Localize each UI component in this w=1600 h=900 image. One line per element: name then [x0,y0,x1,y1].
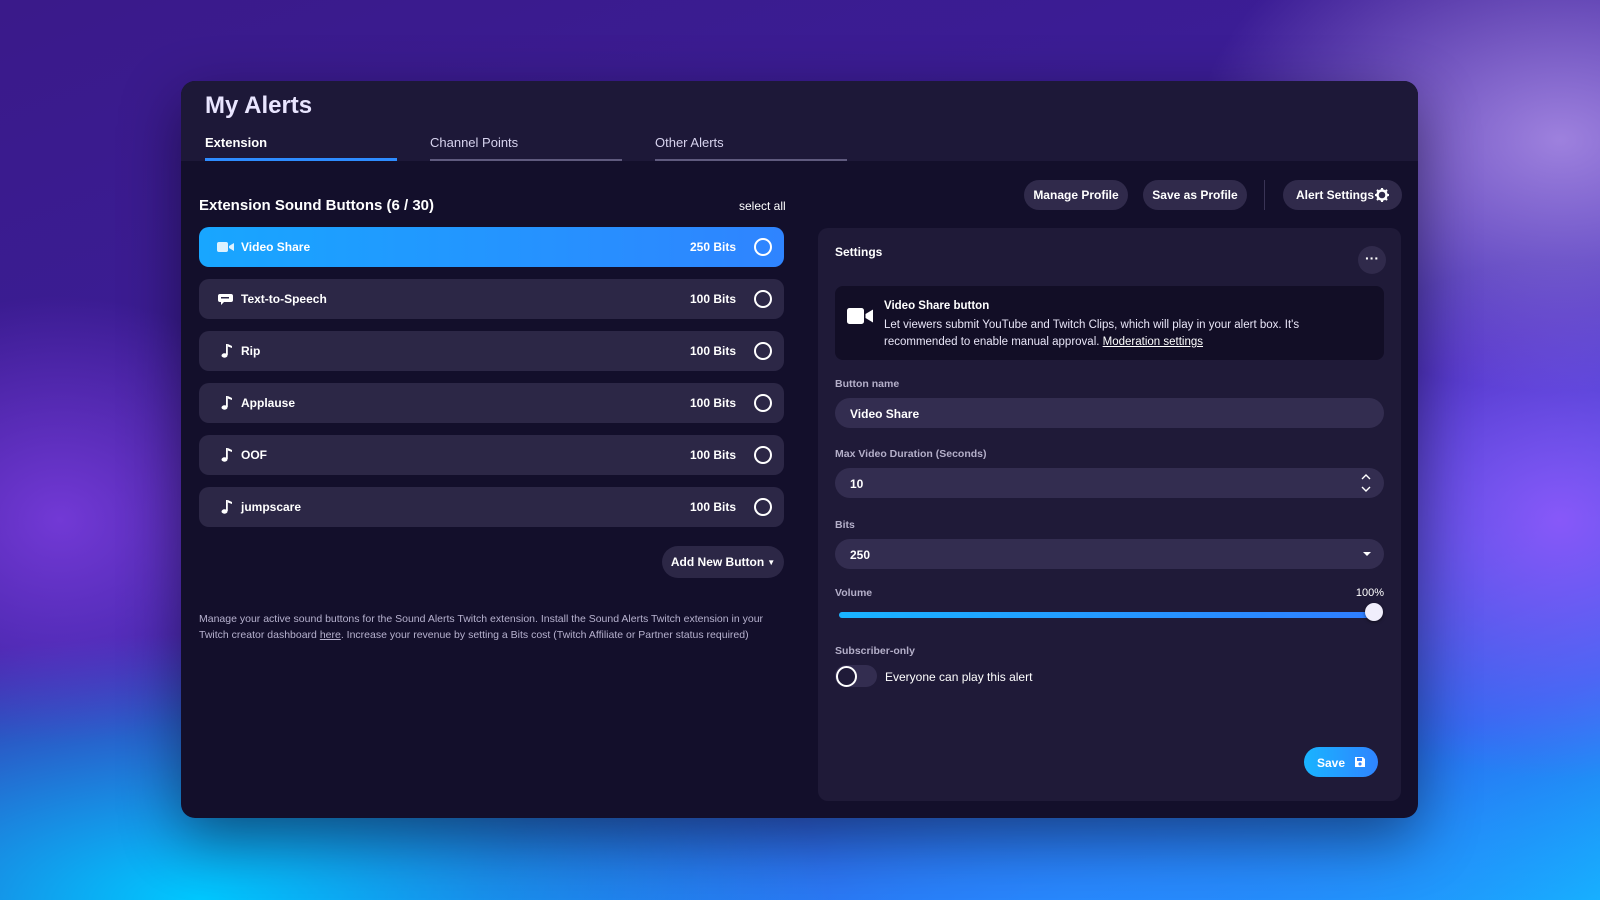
tab-extension[interactable]: Extension [205,133,397,161]
music-note-icon [221,500,232,514]
tab-label: Channel Points [430,135,519,150]
help-text: Manage your active sound buttons for the… [199,611,784,643]
tab-label: Other Alerts [655,135,724,150]
sound-item-cost: 100 Bits [689,344,736,358]
sound-item-cost: 100 Bits [689,448,736,462]
caret-down-icon: ▼ [767,558,776,567]
sound-item-radio[interactable] [754,446,772,464]
sound-item-label: Rip [241,344,261,358]
button-name-value: Video Share [850,407,920,421]
tab-channel-points[interactable]: Channel Points [430,133,622,161]
volume-slider-fill [839,612,1374,618]
speech-bubble-icon [218,294,233,305]
info-title: Video Share button [884,300,990,312]
alert-settings-label: Alert Settings [1296,188,1375,202]
header: My Alerts Extension Channel Points Other… [181,81,1418,161]
sound-item-label: Text-to-Speech [241,292,327,306]
info-box: Video Share button Let viewers submit Yo… [835,286,1384,360]
bits-value: 250 [850,548,871,562]
page-title: My Alerts [205,92,313,119]
toolbar-divider [1264,180,1265,210]
add-new-button[interactable]: Add New Button ▼ [662,546,784,578]
music-note-icon [221,396,232,410]
save-button-label: Save [1317,756,1346,770]
sound-item-cost: 100 Bits [689,292,736,306]
tab-other-alerts[interactable]: Other Alerts [655,133,847,161]
volume-slider[interactable] [839,612,1374,618]
subscriber-only-toggle[interactable] [835,665,877,687]
stepper-icon[interactable] [1360,472,1372,494]
sound-item-label: jumpscare [241,500,302,514]
settings-title: Settings [835,245,883,259]
video-camera-icon [217,242,234,252]
tab-underline [430,159,622,161]
bits-label: Bits [835,519,855,531]
button-name-input[interactable]: Video Share [835,398,1384,428]
sound-item-rip[interactable]: Rip 100 Bits [199,331,784,371]
volume-label: Volume [835,587,873,599]
bits-select[interactable]: 250 [835,539,1384,569]
sound-item-cost: 250 Bits [689,240,736,254]
max-duration-value: 10 [850,477,864,491]
settings-panel: Settings ··· Video Share button Let view… [818,228,1401,801]
video-camera-icon [847,308,873,324]
sound-item-text-to-speech[interactable]: Text-to-Speech 100 Bits [199,279,784,319]
sound-item-label: Video Share [241,240,311,254]
save-button[interactable]: Save [1304,747,1378,777]
volume-percent: 100% [1355,587,1384,599]
toggle-knob [836,666,857,687]
sound-buttons-heading: Extension Sound Buttons (6 / 30) [199,197,435,214]
music-note-icon [221,448,232,462]
max-duration-label: Max Video Duration (Seconds) [835,448,987,460]
chevron-down-icon [1363,552,1371,556]
floppy-disk-icon [1355,757,1365,767]
max-duration-input[interactable]: 10 [835,468,1384,498]
sound-item-label: OOF [241,448,267,462]
alert-settings-button[interactable]: Alert Settings [1283,180,1402,210]
sound-item-cost: 100 Bits [689,396,736,410]
tab-underline [655,159,847,161]
sound-item-oof[interactable]: OOF 100 Bits [199,435,784,475]
gear-icon [1375,188,1389,202]
help-text-part2: . Increase your revenue by setting a Bit… [340,629,749,641]
more-options-button[interactable]: ··· [1358,246,1386,274]
select-all-link[interactable]: select all [739,199,786,213]
install-here-link[interactable]: here [320,629,341,641]
tab-underline [205,158,397,161]
moderation-settings-link[interactable]: Moderation settings [1103,336,1203,348]
button-name-label: Button name [835,378,900,390]
subscriber-only-label: Subscriber-only [835,645,915,657]
sound-item-applause[interactable]: Applause 100 Bits [199,383,784,423]
sound-item-radio[interactable] [754,342,772,360]
save-as-profile-button[interactable]: Save as Profile [1143,180,1247,210]
sound-item-jumpscare[interactable]: jumpscare 100 Bits [199,487,784,527]
info-description: Let viewers submit YouTube and Twitch Cl… [884,317,1354,351]
add-new-button-label: Add New Button [670,555,765,569]
sound-item-video-share[interactable]: Video Share 250 Bits [199,227,784,267]
subscriber-only-status: Everyone can play this alert [885,670,1033,684]
sound-item-cost: 100 Bits [689,500,736,514]
sound-item-label: Applause [241,396,296,410]
info-description-text: Let viewers submit YouTube and Twitch Cl… [884,319,1300,348]
sound-item-radio[interactable] [754,394,772,412]
sound-item-radio[interactable] [754,238,772,256]
volume-slider-thumb[interactable] [1365,603,1383,621]
alerts-window: My Alerts Extension Channel Points Other… [181,81,1418,818]
manage-profile-button[interactable]: Manage Profile [1024,180,1128,210]
tab-label: Extension [205,135,268,150]
sound-item-radio[interactable] [754,498,772,516]
music-note-icon [221,344,232,358]
sound-item-radio[interactable] [754,290,772,308]
